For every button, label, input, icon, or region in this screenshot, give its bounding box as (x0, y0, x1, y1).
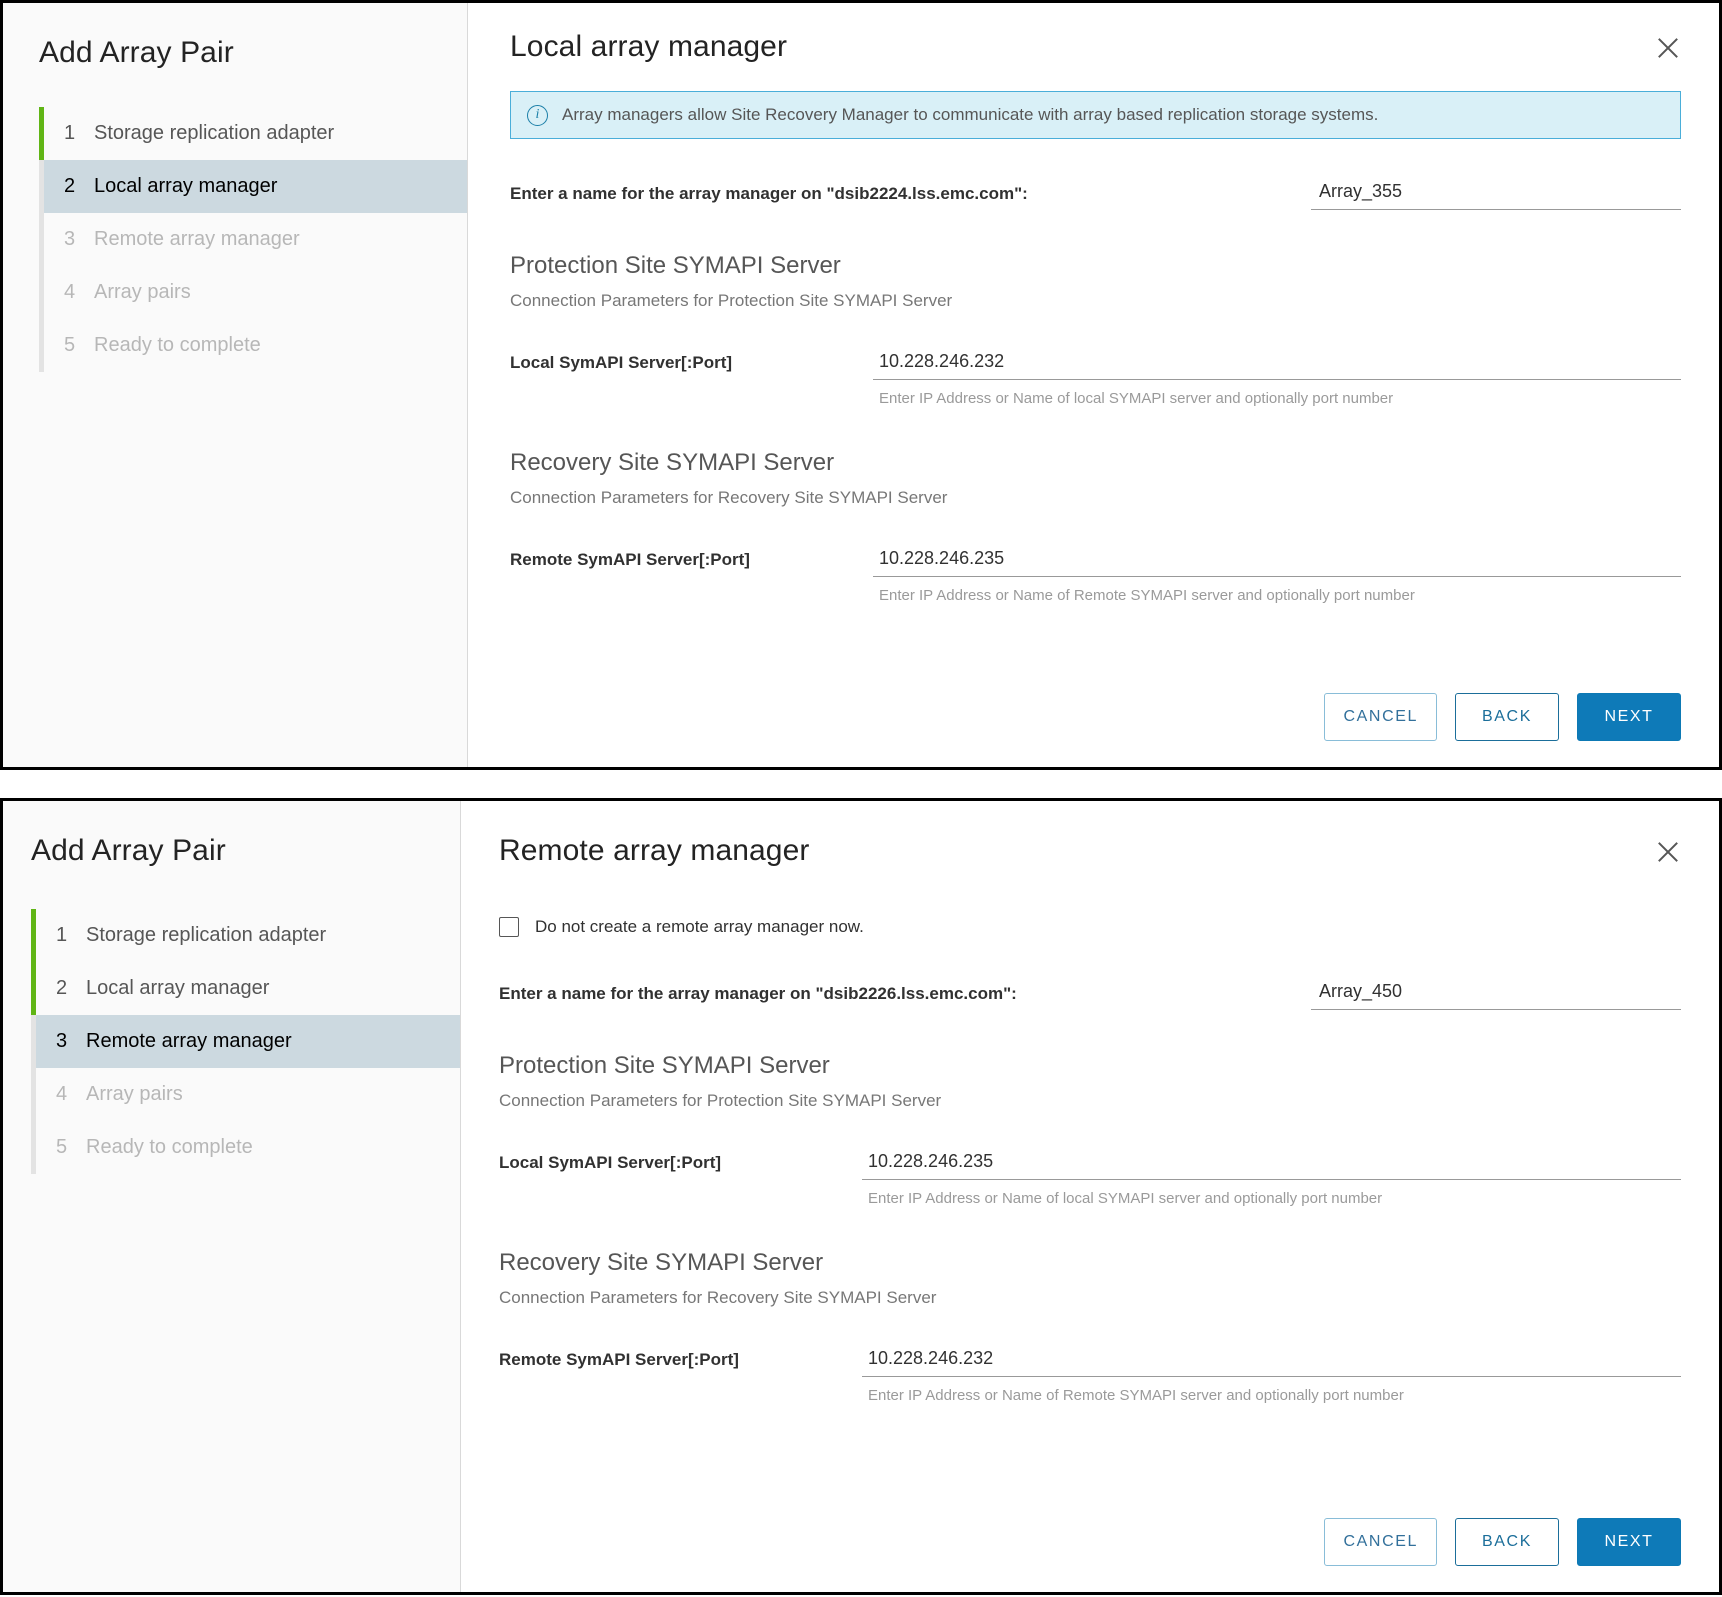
step-number: 5 (64, 334, 76, 356)
step-label: Array pairs (94, 281, 191, 303)
array-manager-name-row: Enter a name for the array manager on "d… (510, 179, 1681, 210)
sidebar-item-array-pairs[interactable]: 4 Array pairs (31, 1068, 460, 1121)
protection-site-section-title: Protection Site SYMAPI Server (499, 1052, 830, 1079)
next-button[interactable]: NEXT (1577, 1518, 1681, 1566)
info-banner: i Array managers allow Site Recovery Man… (510, 91, 1681, 139)
page-title: Remote array manager (499, 834, 810, 867)
screen-root: Add Array Pair 1 Storage replication ada… (0, 0, 1722, 1597)
wizard-title: Add Array Pair (39, 36, 234, 69)
wizard-footer-local: CANCEL BACK NEXT (1324, 693, 1681, 741)
local-symapi-server-hint: Enter IP Address or Name of local SYMAPI… (879, 390, 1394, 407)
local-symapi-server-input[interactable] (873, 349, 1681, 380)
sidebar-item-remote-array-manager[interactable]: 3 Remote array manager (36, 1015, 460, 1068)
step-label: Remote array manager (94, 228, 300, 250)
local-symapi-server-row: Local SymAPI Server[:Port] Enter IP Addr… (510, 349, 1681, 407)
remote-symapi-server-input[interactable] (873, 546, 1681, 577)
wizard-content-local: Local array manager i Array managers all… (468, 3, 1719, 767)
step-number: 5 (56, 1136, 68, 1158)
next-button[interactable]: NEXT (1577, 693, 1681, 741)
info-banner-text: Array managers allow Site Recovery Manag… (562, 105, 1379, 124)
local-symapi-server-field: Enter IP Address or Name of local SYMAPI… (862, 1149, 1681, 1207)
wizard-title: Add Array Pair (31, 834, 226, 867)
content-header: Remote array manager (499, 831, 1681, 871)
back-button[interactable]: BACK (1455, 693, 1559, 741)
step-number: 3 (64, 228, 76, 250)
sidebar-item-remote-array-manager[interactable]: 3 Remote array manager (39, 213, 467, 266)
info-icon: i (527, 104, 548, 126)
wizard-footer-remote: CANCEL BACK NEXT (1324, 1518, 1681, 1566)
step-number: 4 (64, 281, 76, 303)
sidebar-item-storage-replication-adapter[interactable]: 1 Storage replication adapter (31, 909, 460, 962)
add-array-pair-dialog-local: Add Array Pair 1 Storage replication ada… (0, 0, 1722, 770)
local-symapi-server-label: Local SymAPI Server[:Port] (499, 1153, 722, 1172)
step-label: Storage replication adapter (94, 122, 335, 144)
step-label: Remote array manager (86, 1030, 292, 1052)
back-button[interactable]: BACK (1455, 1518, 1559, 1566)
wizard-sidebar-remote: Add Array Pair 1 Storage replication ada… (3, 801, 461, 1592)
remote-symapi-server-label: Remote SymAPI Server[:Port] (510, 550, 750, 569)
wizard-steps-remote: 1 Storage replication adapter 2 Local ar… (3, 909, 460, 1174)
sidebar-item-local-array-manager[interactable]: 2 Local array manager (31, 962, 460, 1015)
sidebar-item-ready-to-complete[interactable]: 5 Ready to complete (31, 1121, 460, 1174)
array-manager-name-label: Enter a name for the array manager on "d… (499, 984, 1017, 1003)
remote-symapi-server-field: Enter IP Address or Name of Remote SYMAP… (873, 546, 1681, 604)
step-label: Storage replication adapter (86, 924, 327, 946)
cancel-button[interactable]: CANCEL (1324, 1518, 1437, 1566)
local-symapi-server-hint: Enter IP Address or Name of local SYMAPI… (868, 1190, 1383, 1207)
recovery-site-section-title: Recovery Site SYMAPI Server (510, 449, 835, 476)
wizard-content-remote: Remote array manager Do not create a rem… (461, 801, 1719, 1592)
remote-symapi-server-row: Remote SymAPI Server[:Port] Enter IP Add… (510, 546, 1681, 604)
step-number: 2 (64, 175, 76, 197)
remote-symapi-server-hint: Enter IP Address or Name of Remote SYMAP… (868, 1387, 1404, 1404)
remote-symapi-server-row: Remote SymAPI Server[:Port] Enter IP Add… (499, 1346, 1681, 1404)
step-label: Array pairs (86, 1083, 183, 1105)
do-not-create-remote-row: Do not create a remote array manager now… (499, 917, 1681, 937)
array-manager-name-input[interactable] (1311, 179, 1681, 210)
local-symapi-server-field: Enter IP Address or Name of local SYMAPI… (873, 349, 1681, 407)
local-symapi-server-input[interactable] (862, 1149, 1681, 1180)
wizard-steps-local: 1 Storage replication adapter 2 Local ar… (3, 107, 467, 372)
add-array-pair-dialog-remote: Add Array Pair 1 Storage replication ada… (0, 798, 1722, 1595)
do-not-create-remote-checkbox[interactable] (499, 917, 519, 937)
step-label: Ready to complete (94, 334, 261, 356)
step-label: Local array manager (94, 175, 278, 197)
recovery-site-section-subtitle: Connection Parameters for Recovery Site … (499, 1288, 937, 1307)
array-manager-name-field (1311, 979, 1681, 1010)
local-symapi-server-row: Local SymAPI Server[:Port] Enter IP Addr… (499, 1149, 1681, 1207)
step-number: 1 (56, 924, 68, 946)
sidebar-item-array-pairs[interactable]: 4 Array pairs (39, 266, 467, 319)
remote-symapi-server-hint: Enter IP Address or Name of Remote SYMAP… (879, 587, 1415, 604)
array-manager-name-input[interactable] (1311, 979, 1681, 1010)
cancel-button[interactable]: CANCEL (1324, 693, 1437, 741)
panel-separator (0, 770, 1722, 798)
step-number: 1 (64, 122, 76, 144)
array-manager-name-row: Enter a name for the array manager on "d… (499, 979, 1681, 1010)
remote-symapi-server-field: Enter IP Address or Name of Remote SYMAP… (862, 1346, 1681, 1404)
step-label: Ready to complete (86, 1136, 253, 1158)
close-icon[interactable] (1651, 31, 1685, 65)
local-symapi-server-label: Local SymAPI Server[:Port] (510, 353, 733, 372)
do-not-create-remote-label: Do not create a remote array manager now… (535, 917, 864, 936)
array-manager-name-label: Enter a name for the array manager on "d… (510, 184, 1028, 203)
step-number: 2 (56, 977, 68, 999)
remote-symapi-server-label: Remote SymAPI Server[:Port] (499, 1350, 739, 1369)
array-manager-name-field (1311, 179, 1681, 210)
step-number: 3 (56, 1030, 68, 1052)
step-number: 4 (56, 1083, 68, 1105)
sidebar-item-storage-replication-adapter[interactable]: 1 Storage replication adapter (39, 107, 467, 160)
sidebar-item-ready-to-complete[interactable]: 5 Ready to complete (39, 319, 467, 372)
remote-symapi-server-input[interactable] (862, 1346, 1681, 1377)
page-title: Local array manager (510, 30, 788, 63)
protection-site-section-title: Protection Site SYMAPI Server (510, 252, 841, 279)
wizard-sidebar-local: Add Array Pair 1 Storage replication ada… (3, 3, 468, 767)
close-icon[interactable] (1651, 835, 1685, 869)
protection-site-section-subtitle: Connection Parameters for Protection Sit… (499, 1091, 942, 1110)
content-header: Local array manager (510, 27, 1681, 67)
recovery-site-section-title: Recovery Site SYMAPI Server (499, 1249, 824, 1276)
protection-site-section-subtitle: Connection Parameters for Protection Sit… (510, 291, 953, 310)
step-label: Local array manager (86, 977, 270, 999)
sidebar-item-local-array-manager[interactable]: 2 Local array manager (44, 160, 467, 213)
recovery-site-section-subtitle: Connection Parameters for Recovery Site … (510, 488, 948, 507)
